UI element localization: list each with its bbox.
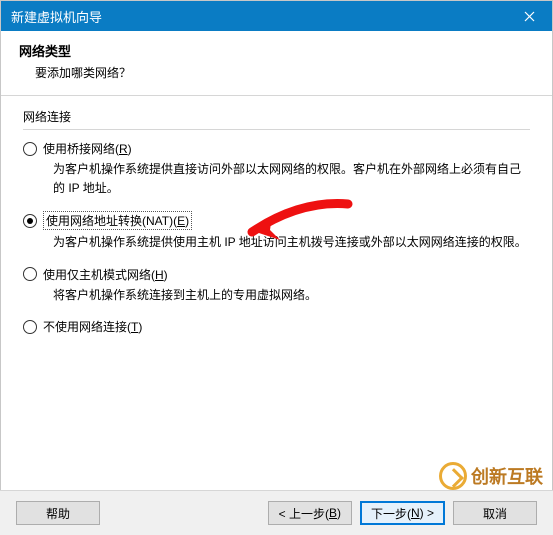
watermark: 创新互联 <box>439 462 543 490</box>
window-title: 新建虚拟机向导 <box>11 7 102 26</box>
radio-hostonly[interactable] <box>23 267 37 281</box>
button-bar: 帮助 < 上一步(B) 下一步(N) > 取消 <box>0 490 553 535</box>
radio-nat[interactable] <box>23 214 37 228</box>
help-button[interactable]: 帮助 <box>16 501 100 525</box>
option-bridge-label: 使用桥接网络(R) <box>43 140 132 157</box>
option-none-label: 不使用网络连接(T) <box>43 318 142 335</box>
option-bridge[interactable]: 使用桥接网络(R) 为客户机操作系统提供直接访问外部以太网网络的权限。客户机在外… <box>23 140 530 197</box>
radio-bridge[interactable] <box>23 142 37 156</box>
watermark-logo-icon <box>439 462 467 490</box>
wizard-header: 网络类型 要添加哪类网络？ <box>1 31 552 96</box>
option-hostonly-desc: 将客户机操作系统连接到主机上的专用虚拟网络。 <box>53 286 530 305</box>
close-icon <box>524 11 535 22</box>
titlebar: 新建虚拟机向导 <box>1 1 552 31</box>
option-none[interactable]: 不使用网络连接(T) <box>23 318 530 335</box>
watermark-text: 创新互联 <box>471 463 543 489</box>
option-nat[interactable]: 使用网络地址转换(NAT)(E) 为客户机操作系统提供使用主机 IP 地址访问主… <box>23 211 530 252</box>
page-title: 网络类型 <box>19 41 534 60</box>
option-hostonly[interactable]: 使用仅主机模式网络(H) 将客户机操作系统连接到主机上的专用虚拟网络。 <box>23 266 530 305</box>
group-separator <box>23 129 530 130</box>
page-subtitle: 要添加哪类网络？ <box>19 60 534 81</box>
back-button[interactable]: < 上一步(B) <box>268 501 352 525</box>
next-button[interactable]: 下一步(N) > <box>360 501 445 525</box>
option-bridge-desc: 为客户机操作系统提供直接访问外部以太网网络的权限。客户机在外部网络上必须有自己的… <box>53 160 530 197</box>
option-hostonly-label: 使用仅主机模式网络(H) <box>43 266 168 283</box>
option-nat-desc: 为客户机操作系统提供使用主机 IP 地址访问主机拨号连接或外部以太网网络连接的权… <box>53 233 530 252</box>
close-button[interactable] <box>507 1 552 31</box>
content-area: 网络连接 使用桥接网络(R) 为客户机操作系统提供直接访问外部以太网网络的权限。… <box>1 96 552 357</box>
option-nat-label: 使用网络地址转换(NAT)(E) <box>43 211 192 230</box>
cancel-button[interactable]: 取消 <box>453 501 537 525</box>
radio-none[interactable] <box>23 320 37 334</box>
group-label-network: 网络连接 <box>23 108 530 125</box>
